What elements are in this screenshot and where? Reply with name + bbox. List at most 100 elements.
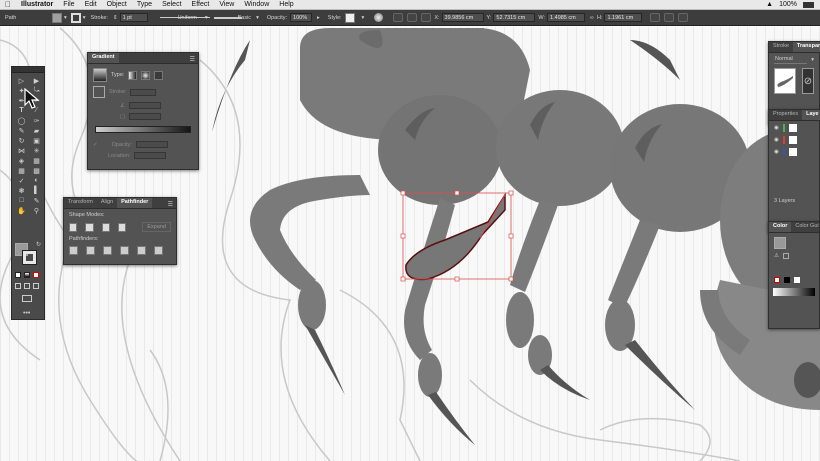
chevron-down-icon[interactable]: ▾ (811, 57, 814, 63)
crop-icon[interactable] (120, 246, 129, 255)
divide-icon[interactable] (69, 246, 78, 255)
constrain-link-icon[interactable]: ∞ (590, 15, 594, 21)
none-swatch-icon[interactable] (774, 277, 780, 283)
y-field[interactable]: 52.7315 cm (493, 13, 536, 22)
visibility-eye-icon[interactable]: ◉ (774, 137, 779, 143)
freeform-gradient-icon[interactable] (154, 70, 164, 80)
mesh-tool-icon[interactable]: ▦ (15, 166, 28, 175)
wifi-icon[interactable]: ▲ (766, 1, 773, 8)
gradient-icon[interactable] (24, 272, 30, 278)
minus-front-icon[interactable] (85, 222, 94, 232)
chevron-down-icon[interactable]: ▾ (64, 15, 67, 21)
transform-icon[interactable] (650, 13, 661, 22)
panel-menu-icon[interactable]: ☰ (165, 201, 176, 208)
chevron-down-icon[interactable]: ▾ (205, 15, 208, 21)
screen-mode-icon[interactable] (22, 295, 32, 302)
white-swatch[interactable] (794, 277, 800, 283)
menu-view[interactable]: View (214, 1, 239, 8)
tab-pathfinder[interactable]: Pathfinder (117, 198, 153, 208)
chevron-down-icon[interactable]: ▾ (256, 15, 259, 21)
draw-normal-icon[interactable] (15, 283, 21, 289)
symbol-sprayer-icon[interactable]: ❃ (15, 186, 28, 195)
gradient-tool-icon[interactable]: ▩ (30, 166, 43, 175)
hand-tool-icon[interactable]: ✋ (15, 206, 28, 215)
apple-icon[interactable]:  (0, 0, 16, 9)
tab-align[interactable]: Align (97, 198, 117, 208)
stroke-stepper-icon[interactable]: ⇕ (113, 15, 118, 21)
w-field[interactable]: 1.4985 cm (547, 13, 586, 22)
h-field[interactable]: 1.1961 cm (604, 13, 643, 22)
slice-tool-icon[interactable]: ✎ (30, 196, 43, 205)
tab-transform[interactable]: Transform (64, 198, 97, 208)
warning-icon[interactable]: ⚠ (774, 253, 779, 259)
chevron-down-icon[interactable]: ▾ (362, 15, 365, 21)
fill-stroke-mini-icon[interactable] (93, 86, 105, 98)
visibility-eye-icon[interactable]: ◉ (774, 125, 779, 131)
chevron-right-icon[interactable]: ▸ (317, 15, 320, 21)
color-spectrum[interactable] (773, 288, 815, 296)
menu-help[interactable]: Help (274, 1, 298, 8)
menu-edit[interactable]: Edit (80, 1, 102, 8)
stroke-gradient-options[interactable] (130, 88, 157, 96)
tab-gradient[interactable]: Gradient (88, 53, 119, 63)
opacity-field[interactable]: 100% (290, 13, 313, 22)
tab-transparency[interactable]: Transpar (792, 42, 820, 52)
align-to-icon[interactable] (393, 13, 404, 22)
web-safe-icon[interactable] (782, 253, 789, 259)
chevron-down-icon[interactable]: ▾ (83, 15, 86, 21)
color-icon[interactable] (15, 272, 21, 278)
tab-color-guide[interactable]: Color Gui (791, 222, 820, 232)
menu-type[interactable]: Type (132, 1, 157, 8)
gradient-preview-swatch[interactable] (93, 68, 107, 82)
opacity-mask-icon[interactable]: ⊘ (802, 68, 814, 94)
paintbrush-icon[interactable]: ✑ (30, 116, 43, 125)
fill-swatch[interactable] (52, 12, 62, 23)
menu-file[interactable]: File (58, 1, 79, 8)
more-tools-icon[interactable]: ••• (23, 310, 30, 317)
angle-field[interactable] (128, 102, 161, 109)
puppet-warp-icon[interactable]: ✳ (30, 146, 43, 155)
minus-back-icon[interactable] (154, 246, 163, 255)
object-thumbnail[interactable] (774, 68, 796, 94)
tab-stroke[interactable]: Stroke (769, 42, 793, 52)
tab-color[interactable]: Color (769, 222, 792, 232)
layer-thumbnail[interactable] (788, 124, 797, 132)
layer-thumbnail[interactable] (788, 148, 797, 156)
battery-icon[interactable] (803, 1, 814, 8)
perspective-grid-icon[interactable]: ▦ (30, 156, 43, 165)
eyedropper-icon[interactable]: ✓ (15, 176, 28, 185)
merge-icon[interactable] (103, 246, 112, 255)
expand-button[interactable]: Expand (142, 222, 171, 232)
ellipse-tool-icon[interactable]: ◯ (15, 116, 28, 125)
app-menu[interactable]: Illustrator (16, 1, 58, 8)
tab-properties[interactable]: Properties (769, 110, 802, 120)
stroke-swatch[interactable] (70, 12, 81, 23)
none-icon[interactable] (33, 272, 39, 278)
selection-tool-icon[interactable]: ▷ (15, 76, 28, 85)
swap-fill-stroke-icon[interactable]: ↻ (36, 241, 41, 248)
reference-point-icon[interactable] (421, 13, 432, 22)
align-icon[interactable] (407, 13, 418, 22)
outline-icon[interactable] (137, 246, 146, 255)
menu-window[interactable]: Window (239, 1, 274, 8)
menu-object[interactable]: Object (102, 1, 132, 8)
pencil-icon[interactable]: ✎ (15, 126, 28, 135)
menu-select[interactable]: Select (157, 1, 186, 8)
x-field[interactable]: 39.9856 cm (441, 13, 484, 22)
isolate-icon[interactable] (664, 13, 675, 22)
visibility-eye-icon[interactable]: ◉ (774, 149, 779, 155)
panel-menu-icon[interactable] (678, 13, 689, 22)
blend-mode-select[interactable]: Normal (774, 55, 808, 64)
eraser-icon[interactable]: ▰ (30, 126, 43, 135)
linear-gradient-icon[interactable] (128, 70, 138, 80)
eyedropper-icon[interactable]: ✓ (93, 142, 98, 148)
opacity-field[interactable] (135, 141, 168, 148)
panel-menu-icon[interactable]: ☰ (187, 56, 198, 63)
fill-stroke-mini-icon[interactable] (774, 237, 786, 249)
intersect-icon[interactable] (101, 222, 110, 232)
style-swatch[interactable] (344, 12, 355, 23)
exclude-icon[interactable] (117, 222, 127, 232)
radial-gradient-icon[interactable] (141, 70, 151, 80)
rotate-tool-icon[interactable]: ↻ (15, 136, 28, 145)
stroke-color-box[interactable] (22, 250, 37, 265)
